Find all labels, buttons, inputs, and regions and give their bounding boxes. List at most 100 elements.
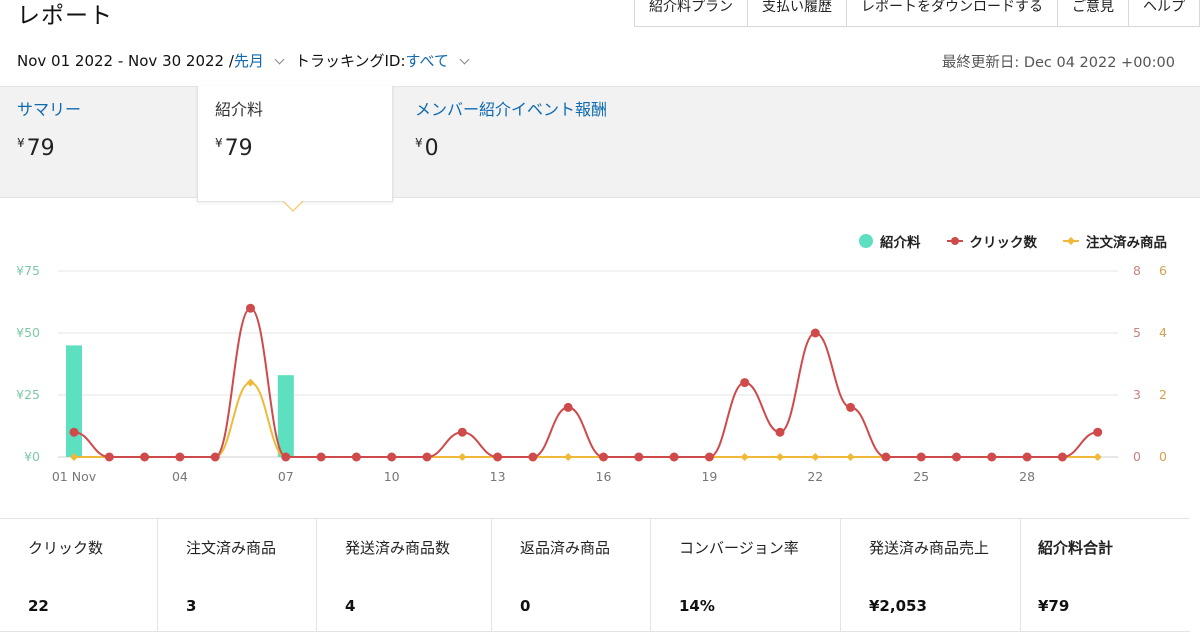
legend-line-diamond-icon <box>1063 237 1079 245</box>
nav-download-report-button[interactable]: レポートをダウンロードする <box>846 0 1058 27</box>
tab-referral-fee-value: ¥79 <box>215 136 253 161</box>
y-tick-label-right-clicks: 8 <box>1133 263 1141 278</box>
filter-row: Nov 01 2022 - Nov 30 2022 / 先月 トラッキングID:… <box>17 50 480 71</box>
point-clicks <box>669 452 679 462</box>
stat-value: 22 <box>28 597 49 615</box>
nav-payment-history-button[interactable]: 支払い履歴 <box>747 0 847 27</box>
x-tick-label: 07 <box>278 469 294 484</box>
legend-circle-icon <box>859 234 873 248</box>
stat-label: 発送済み商品売上 <box>869 539 990 557</box>
nav-feedback-button[interactable]: ご意見 <box>1057 0 1129 27</box>
point-clicks <box>351 452 361 462</box>
point-clicks <box>599 452 608 462</box>
page-title: レポート <box>17 3 113 29</box>
point-ordered-items <box>776 453 784 461</box>
x-tick-label: 25 <box>913 469 929 484</box>
legend-label: 紹介料 <box>880 235 921 251</box>
point-clicks <box>846 402 856 412</box>
y-tick-label-right-clicks: 3 <box>1133 387 1141 402</box>
legend-item-orders[interactable]: 注文済み商品 <box>1063 231 1167 251</box>
stat-total-fee: 紹介料合計 ¥79 <box>1021 519 1190 631</box>
currency-symbol: ¥ <box>415 136 423 150</box>
stat-ordered-items: 注文済み商品 3 <box>158 519 317 631</box>
chart-legend: 紹介料 クリック数 注文済み商品 <box>833 231 1167 251</box>
y-tick-label-left: ¥75 <box>16 263 40 278</box>
y-tick-label-right-clicks: 0 <box>1133 449 1141 464</box>
y-tick-label-right-orders: 4 <box>1159 325 1167 340</box>
stat-value: 3 <box>186 597 197 615</box>
x-tick-label: 28 <box>1019 469 1035 484</box>
chevron-down-icon[interactable] <box>274 54 285 64</box>
y-tick-label-left: ¥50 <box>16 325 40 340</box>
tab-member-event-reward[interactable]: メンバー紹介イベント報酬 ¥0 <box>398 86 698 198</box>
active-tab-caret-icon <box>283 201 303 212</box>
stat-shipped-items: 発送済み商品数 4 <box>317 519 492 631</box>
tab-summary-value: ¥79 <box>17 136 55 161</box>
stat-label: 注文済み商品 <box>186 539 277 557</box>
tracking-id-dropdown[interactable]: すべて <box>406 50 449 71</box>
tab-referral-fee[interactable]: 紹介料 ¥79 <box>197 86 393 202</box>
stat-label: クリック数 <box>28 539 104 557</box>
currency-symbol: ¥ <box>17 136 25 150</box>
x-tick-label: 04 <box>172 469 188 484</box>
y-tick-label-right-orders: 2 <box>1159 387 1167 402</box>
point-clicks <box>387 452 397 462</box>
point-clicks <box>952 452 961 462</box>
point-clicks <box>210 452 220 462</box>
stat-conversion-rate: コンバージョン率 14% <box>651 519 841 631</box>
report-chart: ¥0 ¥25 ¥50 ¥75 0 3 5 8 0 2 4 6 01 Nov 04 07 10 13 16 19 22 2… <box>16 263 1167 484</box>
chevron-down-icon[interactable] <box>459 54 470 64</box>
line-clicks <box>73 307 1098 458</box>
point-ordered-items <box>811 453 820 461</box>
nav-help-button[interactable]: ヘルプ <box>1128 0 1200 27</box>
point-clicks <box>140 452 150 462</box>
point-clicks <box>881 452 891 462</box>
x-tick-label: 13 <box>490 469 506 484</box>
point-ordered-items <box>740 453 749 461</box>
x-tick-label: 01 Nov <box>52 469 97 484</box>
point-ordered-items <box>846 453 855 461</box>
bar-referral-fee <box>66 345 82 457</box>
point-clicks <box>246 303 255 313</box>
legend-label: クリック数 <box>969 235 1038 251</box>
stat-shipped-revenue: 発送済み商品売上 ¥2,053 <box>841 519 1021 631</box>
nav-fee-plan-button[interactable]: 紹介料プラン <box>634 0 748 27</box>
tracking-id-label: トラッキングID: <box>294 52 406 70</box>
stat-value: 14% <box>679 597 715 615</box>
point-clicks <box>493 452 503 462</box>
stat-label: 返品済み商品 <box>520 539 611 557</box>
tab-summary-label: サマリー <box>17 100 82 119</box>
point-clicks <box>422 452 432 462</box>
point-clicks <box>104 452 114 462</box>
legend-line-dot-icon <box>946 237 963 245</box>
stat-label: 発送済み商品数 <box>345 539 451 557</box>
point-clicks <box>987 452 997 462</box>
last-updated: 最終更新日: Dec 04 2022 +00:00 <box>941 55 1175 71</box>
stat-label: 紹介料合計 <box>1038 539 1114 557</box>
point-clicks <box>457 427 467 437</box>
x-tick-label: 22 <box>807 469 823 484</box>
currency-symbol: ¥ <box>215 136 223 150</box>
tab-summary[interactable]: サマリー ¥79 <box>0 86 197 198</box>
point-clicks <box>740 378 750 388</box>
period-dropdown[interactable]: 先月 <box>234 50 264 71</box>
stat-value: 0 <box>520 597 531 615</box>
point-clicks <box>916 452 926 462</box>
stat-label: コンバージョン率 <box>679 539 799 557</box>
legend-label: 注文済み商品 <box>1086 235 1167 251</box>
y-tick-label-left: ¥25 <box>16 387 40 402</box>
point-clicks <box>1057 452 1067 462</box>
point-clicks <box>1022 452 1032 462</box>
tab-member-event-reward-label: メンバー紹介イベント報酬 <box>415 100 608 119</box>
tab-referral-fee-label: 紹介料 <box>215 100 264 119</box>
x-tick-label: 10 <box>384 469 400 484</box>
point-ordered-items <box>246 378 255 387</box>
y-tick-label-right-clicks: 5 <box>1133 325 1141 340</box>
legend-item-fee[interactable]: 紹介料 <box>859 231 921 251</box>
point-clicks <box>775 427 785 437</box>
x-tick-label: 16 <box>596 469 612 484</box>
legend-item-clicks[interactable]: クリック数 <box>946 231 1038 251</box>
point-clicks <box>634 452 644 462</box>
point-clicks <box>563 402 573 412</box>
tab-member-event-reward-value: ¥0 <box>415 136 439 161</box>
